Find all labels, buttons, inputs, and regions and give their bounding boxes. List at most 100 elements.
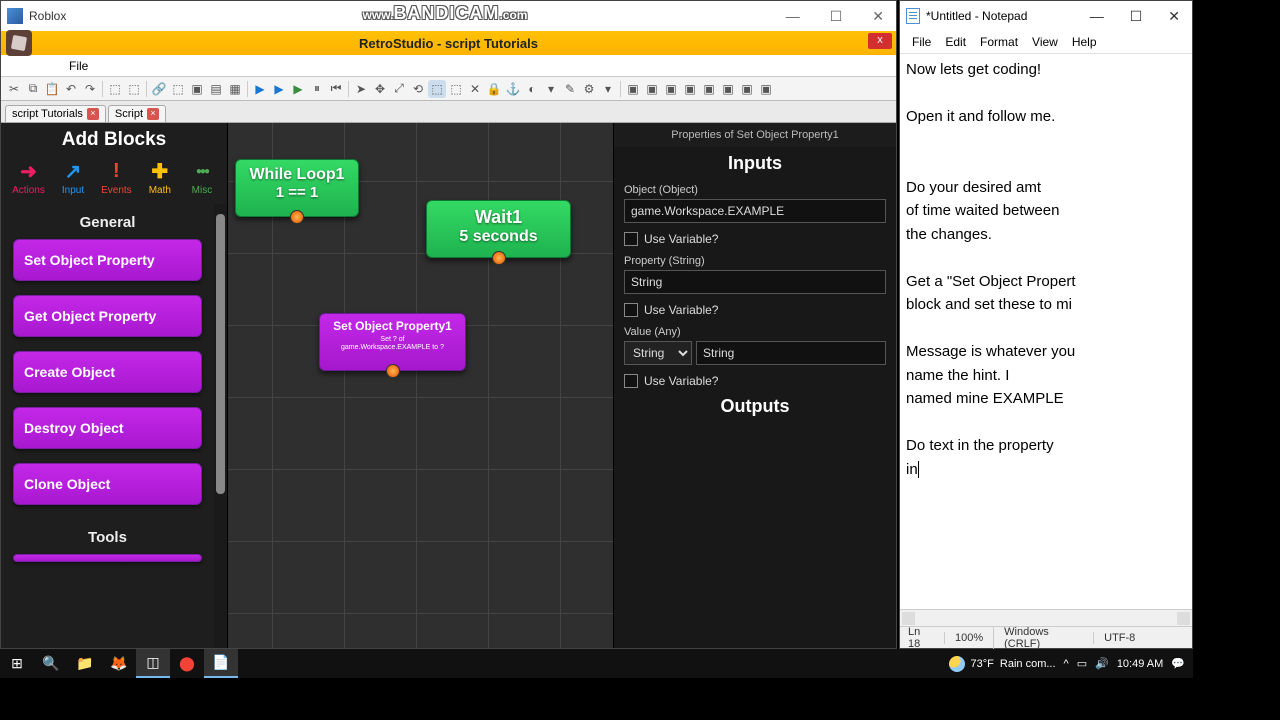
- tool-icon[interactable]: ⬚: [106, 80, 124, 98]
- minimize-button[interactable]: —: [1084, 6, 1110, 27]
- tool-icon[interactable]: ⬚: [447, 80, 465, 98]
- input-object[interactable]: [624, 199, 886, 223]
- block-destroy-object[interactable]: Destroy Object: [13, 407, 202, 449]
- category-misc[interactable]: Misc: [188, 159, 216, 196]
- volume-icon[interactable]: 🔊: [1095, 657, 1109, 670]
- checkbox-use-variable-2[interactable]: Use Variable?: [614, 298, 896, 322]
- tab-close-icon[interactable]: ×: [147, 108, 159, 120]
- script-canvas[interactable]: While Loop1 1 == 1 Wait1 5 seconds Set O…: [228, 123, 613, 648]
- checkbox-icon[interactable]: [624, 374, 638, 388]
- wand-icon[interactable]: ✎: [561, 80, 579, 98]
- undo-icon[interactable]: ↶: [62, 80, 80, 98]
- block-clone-object[interactable]: Clone Object: [13, 463, 202, 505]
- output-port[interactable]: [386, 364, 400, 378]
- start-button[interactable]: ⊞: [0, 649, 34, 678]
- step-icon[interactable]: ⏮: [327, 80, 345, 98]
- panel-icon[interactable]: ▣: [681, 80, 699, 98]
- category-input[interactable]: Input: [59, 159, 87, 196]
- close-button[interactable]: ✕: [1162, 6, 1186, 27]
- cut-icon[interactable]: ✂: [5, 80, 23, 98]
- dropdown-icon[interactable]: ▾: [599, 80, 617, 98]
- category-actions[interactable]: Actions: [12, 159, 45, 196]
- block-partial[interactable]: [13, 554, 202, 562]
- notepad-textarea[interactable]: Now lets get coding! Open it and follow …: [900, 54, 1192, 609]
- play-icon[interactable]: ▶: [289, 80, 307, 98]
- panel-icon[interactable]: ▣: [738, 80, 756, 98]
- category-events[interactable]: Events: [101, 159, 132, 196]
- play-here-icon[interactable]: ▶: [270, 80, 288, 98]
- scale-icon[interactable]: ⤢: [390, 80, 408, 98]
- move-icon[interactable]: ✥: [371, 80, 389, 98]
- explorer-icon[interactable]: 📁: [68, 649, 102, 678]
- tool-icon[interactable]: ▤: [207, 80, 225, 98]
- input-property[interactable]: [624, 270, 886, 294]
- roblox-titlebar[interactable]: Roblox — ☐ ✕: [1, 1, 896, 31]
- gear-icon[interactable]: ⚙: [580, 80, 598, 98]
- tool-icon[interactable]: ⬚: [169, 80, 187, 98]
- tool-icon[interactable]: ◐: [523, 80, 541, 98]
- panel-icon[interactable]: ▣: [757, 80, 775, 98]
- play-start-icon[interactable]: ▶: [251, 80, 269, 98]
- panel-icon[interactable]: ▣: [643, 80, 661, 98]
- output-port[interactable]: [492, 251, 506, 265]
- menu-format[interactable]: Format: [974, 33, 1024, 51]
- block-set-object-property[interactable]: Set Object Property: [13, 239, 202, 281]
- checkbox-use-variable-1[interactable]: Use Variable?: [614, 227, 896, 251]
- select-value-type[interactable]: String: [624, 341, 692, 365]
- category-math[interactable]: Math: [146, 159, 174, 196]
- tool-icon[interactable]: ▣: [188, 80, 206, 98]
- cursor-icon[interactable]: ➤: [352, 80, 370, 98]
- redo-icon[interactable]: ↷: [81, 80, 99, 98]
- lock-icon[interactable]: 🔒: [485, 80, 503, 98]
- tab-script[interactable]: Script ×: [108, 105, 166, 122]
- retrostudio-close-button[interactable]: x: [868, 33, 892, 49]
- anchor-icon[interactable]: ⚓: [504, 80, 522, 98]
- minimize-button[interactable]: —: [780, 6, 806, 27]
- panel-icon[interactable]: ▣: [662, 80, 680, 98]
- weather-widget[interactable]: 73°F Rain com...: [949, 656, 1056, 672]
- paste-icon[interactable]: 📋: [43, 80, 61, 98]
- node-while-loop[interactable]: While Loop1 1 == 1: [235, 159, 359, 217]
- close-button[interactable]: ✕: [866, 6, 890, 27]
- checkbox-use-variable-3[interactable]: Use Variable?: [614, 369, 896, 390]
- tab-script-tutorials[interactable]: script Tutorials ×: [5, 105, 106, 122]
- panel-icon[interactable]: ▣: [719, 80, 737, 98]
- menu-view[interactable]: View: [1026, 33, 1064, 51]
- maximize-button[interactable]: ☐: [824, 6, 849, 27]
- horizontal-scrollbar[interactable]: [900, 609, 1192, 626]
- blocks-scrollbar[interactable]: [214, 204, 227, 648]
- rotate-icon[interactable]: ⟲: [409, 80, 427, 98]
- notifications-icon[interactable]: 💬: [1171, 657, 1185, 670]
- network-icon[interactable]: ▭: [1077, 657, 1087, 670]
- panel-icon[interactable]: ▣: [700, 80, 718, 98]
- input-value[interactable]: [696, 341, 886, 365]
- tab-close-icon[interactable]: ×: [87, 108, 99, 120]
- block-get-object-property[interactable]: Get Object Property: [13, 295, 202, 337]
- notepad-taskbar-icon[interactable]: 📄: [204, 649, 238, 678]
- menu-file[interactable]: File: [906, 33, 937, 51]
- block-create-object[interactable]: Create Object: [13, 351, 202, 393]
- menu-file[interactable]: File: [61, 57, 96, 75]
- tool-icon[interactable]: ⬚: [125, 80, 143, 98]
- tray-chevron-icon[interactable]: ^: [1064, 658, 1069, 670]
- notepad-titlebar[interactable]: *Untitled - Notepad — ☐ ✕: [900, 1, 1192, 31]
- panel-icon[interactable]: ▣: [624, 80, 642, 98]
- checkbox-icon[interactable]: [624, 232, 638, 246]
- copy-icon[interactable]: ⧉: [24, 80, 42, 98]
- tool-icon[interactable]: ✕: [466, 80, 484, 98]
- node-wait[interactable]: Wait1 5 seconds: [426, 200, 571, 258]
- dropdown-icon[interactable]: ▾: [542, 80, 560, 98]
- clock[interactable]: 10:49 AM: [1117, 658, 1163, 670]
- output-port[interactable]: [290, 210, 304, 224]
- checkbox-icon[interactable]: [624, 303, 638, 317]
- transform-icon[interactable]: ⬚: [428, 80, 446, 98]
- link-icon[interactable]: 🔗: [150, 80, 168, 98]
- tool-icon[interactable]: ▦: [226, 80, 244, 98]
- search-icon[interactable]: 🔍: [34, 649, 68, 678]
- menu-edit[interactable]: Edit: [939, 33, 972, 51]
- record-icon[interactable]: ⬤: [170, 649, 204, 678]
- firefox-icon[interactable]: 🦊: [102, 649, 136, 678]
- pause-icon[interactable]: ⏸: [308, 80, 326, 98]
- roblox-taskbar-icon[interactable]: ◫: [136, 649, 170, 678]
- node-set-object-property[interactable]: Set Object Property1 Set ? of game.Works…: [319, 313, 466, 371]
